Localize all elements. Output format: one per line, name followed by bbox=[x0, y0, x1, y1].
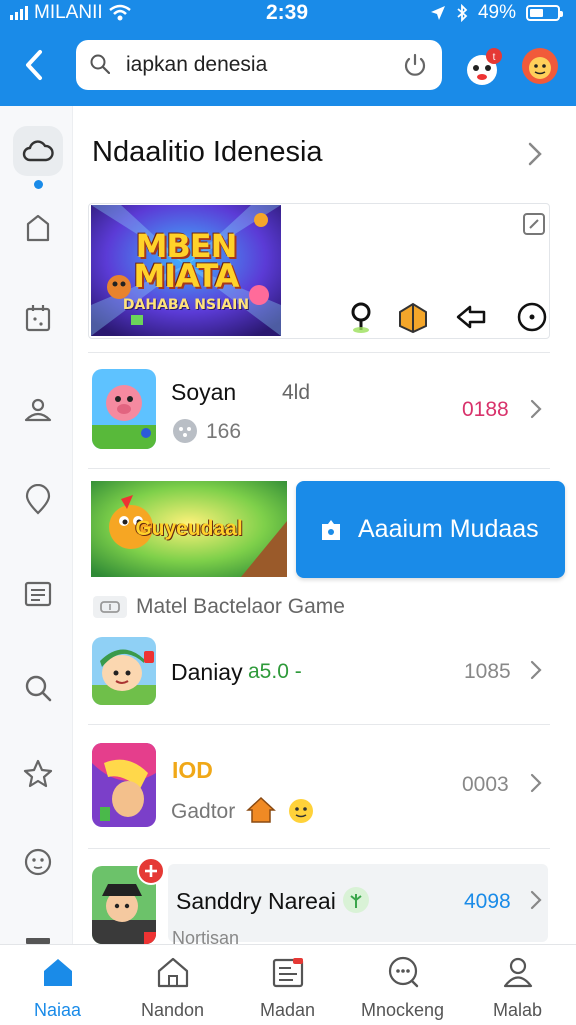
nav-label: Mnockeng bbox=[360, 1000, 445, 1020]
nav-label: Naiaa bbox=[33, 1000, 82, 1020]
signal-icon bbox=[10, 6, 28, 20]
promo-image-label: Guyeudaal bbox=[135, 517, 243, 540]
app-header: MILANII 2:39 49% iapkan denesia t bbox=[0, 0, 576, 106]
divider bbox=[88, 724, 550, 725]
nav-item-chat[interactable]: Mnockeng bbox=[345, 945, 460, 1025]
search-icon bbox=[90, 54, 110, 74]
expand-icon[interactable] bbox=[522, 212, 546, 236]
nav-item-house[interactable]: Nandon bbox=[115, 945, 230, 1025]
rail-active-dot bbox=[34, 180, 43, 189]
house-badge-icon bbox=[246, 796, 276, 823]
divider bbox=[88, 352, 550, 353]
game-thumbnail[interactable] bbox=[92, 743, 156, 827]
tag-label-icon bbox=[322, 520, 340, 540]
row-tag: 4ld bbox=[282, 381, 311, 404]
section-caption: Matel Bactelaor Game bbox=[136, 595, 345, 618]
people-icon[interactable] bbox=[22, 394, 54, 426]
row-count: 4098 bbox=[464, 890, 511, 913]
chevron-right-icon[interactable] bbox=[528, 659, 544, 681]
key-icon[interactable] bbox=[344, 300, 378, 334]
battery-percent: 49% bbox=[477, 2, 516, 23]
nav-item-news[interactable]: Madan bbox=[230, 945, 345, 1025]
chat-icon bbox=[388, 956, 419, 988]
promo-button-label: Aaaium Mudaas bbox=[358, 515, 539, 543]
row-subtitle: 166 bbox=[206, 420, 242, 443]
news-icon bbox=[272, 958, 304, 988]
pin-icon[interactable] bbox=[22, 484, 54, 516]
row-count: 0003 bbox=[462, 773, 509, 796]
chevron-right-icon[interactable] bbox=[528, 772, 544, 794]
nav-item-profile[interactable]: Malab bbox=[460, 945, 575, 1025]
battery-icon bbox=[526, 5, 563, 21]
mascot-avatar-icon[interactable]: t bbox=[462, 46, 504, 88]
row-title[interactable]: Soyan bbox=[171, 379, 236, 406]
location-icon bbox=[430, 6, 445, 20]
profile-icon bbox=[503, 957, 533, 988]
chevron-right-icon[interactable] bbox=[528, 889, 544, 911]
banner-subtitle: DAHABA NSIAIN bbox=[122, 297, 250, 313]
promo-action-button[interactable]: Aaaium Mudaas bbox=[296, 481, 565, 578]
calendar-icon[interactable] bbox=[22, 302, 54, 334]
share-arrow-icon[interactable] bbox=[454, 300, 488, 334]
search-input[interactable]: iapkan denesia bbox=[126, 53, 267, 77]
add-badge-icon[interactable] bbox=[137, 857, 165, 885]
house-icon bbox=[157, 957, 189, 988]
nav-item-home[interactable]: Naiaa bbox=[0, 945, 115, 1025]
gamepad-icon bbox=[173, 419, 197, 443]
pig-character-image bbox=[92, 369, 156, 449]
home-icon bbox=[44, 959, 72, 986]
status-right: 49% bbox=[430, 2, 563, 24]
cloud-icon[interactable] bbox=[22, 136, 54, 168]
row-title[interactable]: Sanddry Nareai bbox=[176, 888, 336, 915]
divider bbox=[88, 468, 550, 469]
row-subtitle: Gadtor bbox=[171, 800, 236, 823]
game-thumbnail[interactable] bbox=[92, 637, 156, 705]
search-bar[interactable]: iapkan denesia bbox=[76, 40, 442, 90]
profile-avatar-icon[interactable] bbox=[520, 46, 560, 86]
list-icon[interactable] bbox=[22, 578, 54, 610]
status-bar: MILANII 2:39 49% bbox=[0, 0, 576, 26]
divider bbox=[88, 848, 550, 849]
chevron-right-icon[interactable] bbox=[528, 398, 544, 420]
promo-image[interactable]: Guyeudaal bbox=[91, 481, 287, 577]
refresh-icon[interactable] bbox=[402, 52, 428, 78]
game-controller-icon bbox=[93, 596, 127, 618]
side-rail bbox=[0, 106, 73, 946]
back-button[interactable] bbox=[20, 48, 52, 84]
row-title[interactable]: IOD bbox=[172, 757, 213, 784]
section-chevron-icon[interactable] bbox=[524, 140, 546, 168]
row-tag: a5.0 - bbox=[248, 660, 302, 683]
row-title[interactable]: Daniay bbox=[171, 659, 243, 686]
featured-banner-image[interactable]: MBEN MIATA DAHABA NSIAIN bbox=[91, 205, 281, 336]
row-count: 0188 bbox=[462, 398, 509, 421]
gift-box-icon[interactable] bbox=[396, 300, 430, 334]
search-rail-icon[interactable] bbox=[22, 672, 54, 704]
status-time: 2:39 bbox=[266, 1, 309, 24]
nav-label: Nandon bbox=[140, 1000, 205, 1020]
carrier-group: MILANII bbox=[10, 2, 131, 24]
leaf-badge-icon bbox=[343, 887, 369, 913]
tag-icon[interactable] bbox=[22, 212, 54, 244]
banner-title: MBEN MIATA bbox=[133, 227, 239, 295]
nav-label: Malab bbox=[492, 1000, 543, 1020]
emoji-icon bbox=[289, 799, 313, 823]
more-circle-icon[interactable] bbox=[515, 300, 549, 334]
hero-character-image bbox=[92, 743, 156, 827]
wifi-icon bbox=[108, 4, 131, 21]
star-icon[interactable] bbox=[22, 758, 54, 790]
back-arrow-icon bbox=[26, 50, 42, 80]
boy-character-image bbox=[92, 637, 156, 705]
section-title: Ndaalitio Idenesia bbox=[92, 136, 323, 168]
bluetooth-icon bbox=[457, 4, 468, 22]
smiley-icon[interactable] bbox=[22, 846, 54, 878]
carrier-name: MILANII bbox=[34, 2, 103, 23]
bottom-nav: Naiaa Nandon Madan Mnockeng Malab bbox=[0, 944, 576, 1025]
svg-text:t: t bbox=[493, 52, 496, 63]
row-count: 1085 bbox=[464, 660, 511, 683]
nav-label: Madan bbox=[259, 1000, 316, 1020]
game-thumbnail[interactable] bbox=[92, 369, 156, 449]
